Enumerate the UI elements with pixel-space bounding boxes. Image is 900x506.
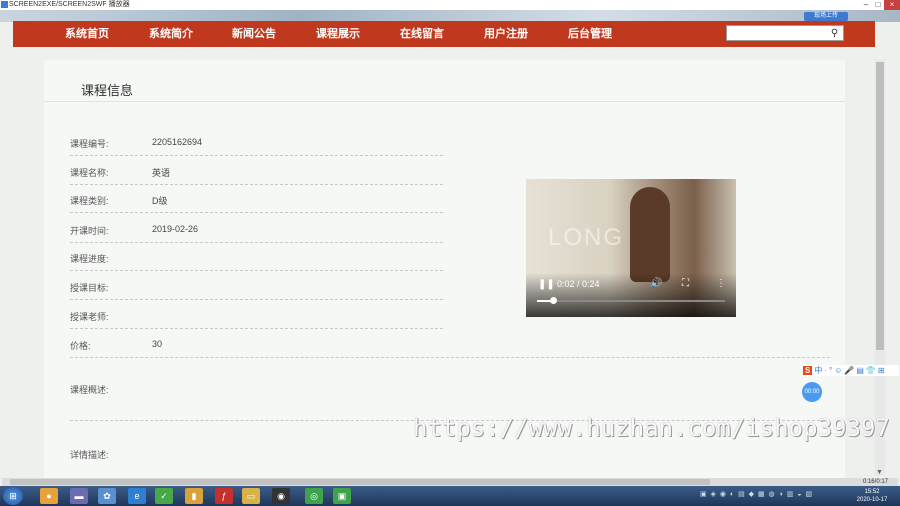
video-figure <box>630 187 670 282</box>
search-icon[interactable]: ⚲ <box>828 27 841 40</box>
nav-item-home[interactable]: 系统首页 <box>65 21 109 47</box>
field-row-category: 课程类别: D级 <box>70 184 443 213</box>
app-icon[interactable]: ✿ <box>98 488 116 504</box>
close-icon[interactable]: × <box>884 0 900 10</box>
ime-item[interactable]: 中 <box>814 365 822 376</box>
window-title: SCREEN2EXE/SCREEN2SWF 播放器 <box>9 1 130 8</box>
more-options-icon[interactable]: ⋮ <box>716 278 726 289</box>
field-label: 开课时间: <box>70 226 109 236</box>
video-overlay-text: LONG <box>548 224 625 251</box>
vertical-scroll-thumb[interactable] <box>876 62 884 350</box>
window-titlebar: SCREEN2EXE/SCREEN2SWF 播放器 – □ × <box>0 0 900 10</box>
timer-badge[interactable]: 00:00 <box>802 382 822 402</box>
section-title: 课程信息 <box>81 83 134 98</box>
clock-time: 15:52 <box>864 489 880 495</box>
chrome-icon[interactable]: ● <box>40 488 58 504</box>
upload-button[interactable]: 现场上传 <box>804 12 848 21</box>
maximize-icon[interactable]: □ <box>872 0 884 10</box>
nav-item-register[interactable]: 用户注册 <box>484 21 528 47</box>
field-value: 2205162694 <box>152 137 203 147</box>
field-row-summary: 课程概述: <box>70 357 830 421</box>
video-player[interactable]: LONG ❚❚ 0:02 / 0:24 🔊 ⛶ ⋮ <box>526 179 736 317</box>
field-label: 详情描述: <box>70 450 109 460</box>
app-icon[interactable]: ▮ <box>185 488 203 504</box>
field-label: 课程概述: <box>70 385 109 395</box>
field-row-progress: 课程进度: <box>70 242 443 271</box>
field-label: 授课老师: <box>70 312 109 322</box>
system-tray[interactable]: ▣ ◈ ◉ ◐ ▤ ◆ ▦ ◍ ◑ ▥ ◒ ▧ <box>700 490 813 498</box>
nav-item-news[interactable]: 新闻公告 <box>232 21 276 47</box>
window-controls: – □ × <box>860 0 900 10</box>
pause-icon[interactable]: ❚❚ <box>538 279 555 290</box>
ime-logo-icon: S <box>803 366 813 375</box>
ime-item[interactable]: 🎤 <box>844 366 854 375</box>
ime-item[interactable]: ⊞ <box>878 366 885 375</box>
nav-item-messages[interactable]: 在线留言 <box>400 21 444 47</box>
field-value: 2019-02-26 <box>152 224 199 234</box>
ime-item[interactable]: ☺ <box>834 366 842 375</box>
clock-date: 2020-10-17 <box>856 497 888 503</box>
video-progress-track[interactable] <box>537 297 725 304</box>
search-box[interactable]: ⚲ <box>726 25 844 44</box>
volume-icon[interactable]: 🔊 <box>650 278 662 289</box>
search-input[interactable] <box>729 29 828 44</box>
playback-position: 0:16/0:17 <box>862 479 888 485</box>
field-value: 英语 <box>152 168 171 178</box>
field-row-price: 价格: 30 <box>70 329 830 358</box>
field-label: 价格: <box>70 341 91 351</box>
browser-icon[interactable]: e <box>128 488 146 504</box>
field-row-name: 课程名称: 英语 <box>70 156 443 185</box>
watermark-text: https://www.huzhan.com/ishop39397 <box>413 414 890 442</box>
start-button[interactable]: ⊞ <box>3 487 23 505</box>
app-icon <box>1 1 8 8</box>
video-progress-knob[interactable] <box>549 297 557 304</box>
fullscreen-icon[interactable]: ⛶ <box>682 278 689 289</box>
video-time: 0:02 / 0:24 <box>557 279 600 289</box>
wechat-icon[interactable]: ◎ <box>305 488 323 504</box>
field-label: 课程编号: <box>70 139 109 149</box>
field-row-teacher: 授课老师: <box>70 300 443 329</box>
field-label: 课程进度: <box>70 254 109 264</box>
ime-item[interactable]: ° <box>829 366 832 375</box>
scroll-down-icon[interactable]: ▼ <box>876 469 883 476</box>
horizontal-scroll-thumb[interactable] <box>10 479 710 485</box>
nav-item-admin[interactable]: 后台管理 <box>568 21 612 47</box>
main-nav: 系统首页 系统简介 新闻公告 课程展示 在线留言 用户注册 后台管理 ⚲ <box>13 21 875 47</box>
app-icon[interactable]: ▣ <box>333 488 351 504</box>
nav-item-courses[interactable]: 课程展示 <box>316 21 360 47</box>
taskbar: ⊞ ● ▬ ✿ e ✓ ▮ ƒ ▭ ◉ ◎ ▣ ▣ ◈ ◉ ◐ ▤ ◆ ▦ ◍ … <box>0 486 900 506</box>
field-label: 课程类别: <box>70 196 109 206</box>
ime-item[interactable]: ▤ <box>856 366 864 375</box>
qq-icon[interactable]: ◉ <box>272 488 290 504</box>
horizontal-scrollbar[interactable]: 0:16/0:17 <box>2 478 898 486</box>
folder-icon[interactable]: ▭ <box>242 488 260 504</box>
ime-item[interactable]: · <box>824 366 827 375</box>
app-icon[interactable]: ✓ <box>155 488 173 504</box>
field-label: 授课目标: <box>70 283 109 293</box>
field-value: D级 <box>152 196 168 206</box>
field-label: 课程名称: <box>70 168 109 178</box>
section-divider <box>44 101 845 102</box>
taskbar-clock[interactable]: 15:52 2020-10-17 <box>852 488 892 504</box>
nav-item-intro[interactable]: 系统简介 <box>149 21 193 47</box>
field-row-start-date: 开课时间: 2019-02-26 <box>70 214 443 243</box>
field-row-goal: 授课目标: <box>70 271 443 300</box>
flash-icon[interactable]: ƒ <box>215 488 233 504</box>
media-icon[interactable]: ▬ <box>70 488 88 504</box>
field-row-code: 课程编号: 2205162694 <box>70 127 443 156</box>
minimize-icon[interactable]: – <box>860 0 872 10</box>
ime-toolbar[interactable]: S 中 · ° ☺ 🎤 ▤ 👕 ⊞ <box>803 365 899 376</box>
field-value: 30 <box>152 339 163 349</box>
ime-item[interactable]: 👕 <box>866 366 876 375</box>
